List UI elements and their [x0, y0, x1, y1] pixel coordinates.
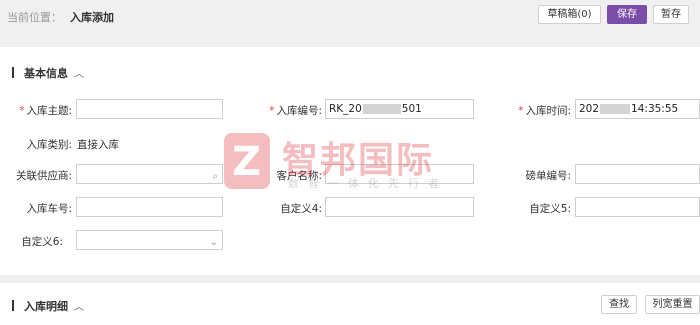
number-label: * 入库编号: [269, 105, 322, 117]
breadcrumb-current: 入库添加 [70, 11, 114, 24]
subject-label: * 入库主题: [19, 105, 72, 117]
time-input[interactable]: 202 14:35:55 [575, 99, 700, 119]
detail-panel: 入库明细 ︿ 查找 列宽重置 [0, 283, 700, 325]
number-input[interactable]: RK_20 501 [325, 99, 474, 119]
vehicle-label: 入库车号: [26, 203, 72, 215]
time-label: * 入库时间: [518, 105, 571, 117]
weigh-no-label: 磅单编号: [525, 170, 571, 182]
custom6-select[interactable]: ⌄ [76, 230, 223, 250]
supplier-input[interactable]: ⌕ [76, 164, 223, 184]
vehicle-input[interactable] [76, 197, 223, 217]
reset-column-width-button[interactable]: 列宽重置 [645, 295, 700, 314]
chevron-up-icon[interactable]: ︿ [74, 65, 84, 80]
custom6-label: 自定义6: [21, 236, 63, 248]
section-detail[interactable]: 入库明细 ︿ [12, 298, 84, 314]
chevron-down-icon[interactable]: ⌄ [210, 234, 218, 249]
customer-label: 客户名称: [276, 170, 322, 182]
custom5-input[interactable] [575, 197, 700, 217]
search-icon[interactable]: ⌕ [212, 168, 218, 183]
hold-button[interactable]: 暂存 [653, 5, 689, 24]
customer-input[interactable] [325, 164, 474, 184]
type-label: 入库类别: [26, 139, 72, 151]
custom5-label: 自定义5: [529, 203, 571, 215]
weigh-no-input[interactable] [575, 164, 700, 184]
section-detail-title: 入库明细 [24, 300, 68, 313]
section-basic-title: 基本信息 [24, 67, 68, 80]
breadcrumb: 当前位置： 入库添加 [7, 9, 114, 25]
draft-box-button[interactable]: 草稿箱(0) [538, 5, 601, 24]
basic-info-panel: 基本信息 ︿ * 入库主题: * 入库编号: RK_20 501 * 入库时间: 202 1… [0, 47, 700, 275]
supplier-label: 关联供应商: [15, 170, 72, 182]
breadcrumb-label: 当前位置： [7, 11, 62, 24]
section-basic-info[interactable]: 基本信息 ︿ [12, 65, 84, 81]
type-value: 直接入库 [77, 139, 119, 151]
top-bar: 当前位置： 入库添加 草稿箱(0) 保存 暂存 [0, 0, 700, 32]
custom4-input[interactable] [325, 197, 474, 217]
custom4-label: 自定义4: [280, 203, 322, 215]
chevron-up-icon[interactable]: ︿ [74, 298, 84, 313]
subject-input[interactable] [76, 99, 223, 119]
search-button[interactable]: 查找 [601, 295, 637, 314]
save-button[interactable]: 保存 [607, 5, 647, 24]
